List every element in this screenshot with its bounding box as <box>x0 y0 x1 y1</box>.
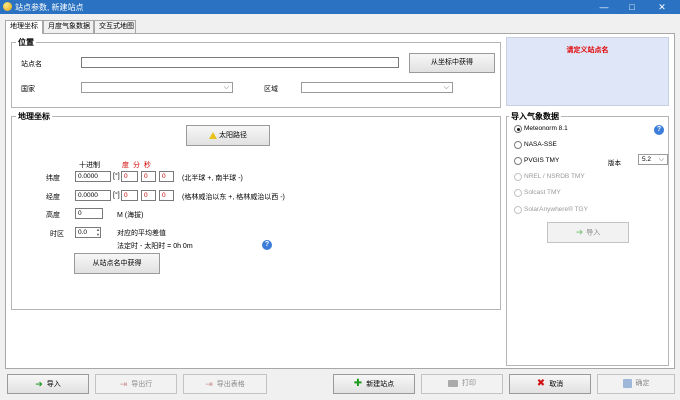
cancel-label: 取消 <box>549 380 564 388</box>
export-row-button[interactable]: ⇥ 导出行 <box>95 374 177 394</box>
altitude-unit: M (海拔) <box>117 212 144 219</box>
printer-icon <box>448 379 458 387</box>
location-group-title: 位置 <box>16 37 36 48</box>
sun-icon <box>209 131 217 139</box>
meteo-help-icon[interactable]: ? <box>654 125 664 135</box>
sun-path-label: 太阳路径 <box>219 132 247 139</box>
version-value: 5.2 <box>642 156 652 163</box>
minimize-button[interactable]: — <box>592 0 616 14</box>
location-group <box>11 42 501 108</box>
cancel-x-icon: ✖ <box>536 378 546 389</box>
chevron-down-icon: ⌵ <box>443 84 449 91</box>
radio-nasa-sse[interactable] <box>514 141 522 149</box>
longitude-label: 经度 <box>46 194 60 201</box>
solaranywhere-label: SolarAnywhere® TGY <box>524 206 588 213</box>
import-button[interactable]: ➜ 导入 <box>7 374 89 394</box>
longitude-sec-input[interactable]: 0 <box>159 190 174 201</box>
version-label: 版本 <box>608 160 621 167</box>
export-icon: ⇥ <box>205 379 213 389</box>
export-table-button[interactable]: ⇥ 导出表格 <box>183 374 267 394</box>
site-name-input[interactable] <box>81 57 399 68</box>
latitude-min-input[interactable]: 0 <box>141 171 156 182</box>
timezone-note1: 对应的平均差值 <box>117 230 166 237</box>
decimal-header: 十进制 <box>79 162 100 169</box>
region-label: 区域 <box>264 86 278 93</box>
latitude-label: 纬度 <box>46 175 60 182</box>
cancel-button[interactable]: ✖ 取消 <box>509 374 591 394</box>
ok-label: 确定 <box>635 380 650 387</box>
sun-path-button[interactable]: 太阳路径 <box>186 125 270 146</box>
new-site-button[interactable]: ✚ 新建站点 <box>333 374 415 394</box>
tab-monthly-meteo[interactable]: 月度气象数据 <box>43 20 94 33</box>
radio-meteonorm[interactable] <box>514 125 522 133</box>
site-notice-box: 请定义站点名 <box>506 37 669 106</box>
close-button[interactable]: ✕ <box>650 0 674 14</box>
export-table-label: 导出表格 <box>216 380 245 388</box>
meteonorm-label: Meteonorm 8.1 <box>524 125 568 132</box>
chevron-down-icon: ⌵ <box>658 156 664 163</box>
longitude-min-input[interactable]: 0 <box>141 190 156 201</box>
longitude-decimal-input[interactable]: 0.0000 <box>75 190 111 201</box>
version-select[interactable]: 5.2 ⌵ <box>638 154 668 165</box>
radio-solcast[interactable] <box>514 189 522 197</box>
window-title: 站点参数, 新建站点 <box>15 3 84 12</box>
title-bar: 站点参数, 新建站点 — □ ✕ <box>0 0 680 14</box>
save-disk-icon <box>622 378 632 388</box>
tab-geo-coords[interactable]: 地理坐标 <box>5 20 43 34</box>
latitude-unit: [°] <box>113 173 120 180</box>
timezone-note2: 法定时 - 太阳时 = 0h 0m <box>117 243 193 250</box>
latitude-decimal-input[interactable]: 0.0000 <box>75 171 111 182</box>
maximize-button[interactable]: □ <box>620 0 644 14</box>
longitude-unit: [°] <box>113 192 120 199</box>
print-label: 打印 <box>462 380 476 387</box>
meteo-import-button[interactable]: ➜ 导入 <box>547 222 629 243</box>
import-arrow-icon: ➜ <box>575 227 584 237</box>
timezone-label: 时区 <box>50 231 64 238</box>
coords-group-title: 地理坐标 <box>16 111 52 122</box>
chevron-down-icon: ⌵ <box>223 84 229 91</box>
dms-header: 度 分 秒 <box>122 162 152 169</box>
export-row-label: 导出行 <box>131 380 153 388</box>
meteo-group-title: 导入气象数据 <box>509 111 561 122</box>
altitude-input[interactable]: 0 <box>75 208 103 219</box>
get-from-coords-button[interactable]: 从坐标中获得 <box>409 53 495 73</box>
timezone-spinner[interactable]: ▲ ▼ <box>94 227 102 238</box>
new-site-label: 新建站点 <box>366 380 395 388</box>
longitude-hint: (格林威治以东 +, 格林威治以西 -) <box>182 194 285 201</box>
region-select[interactable]: ⌵ <box>301 82 453 93</box>
solcast-label: Solcast TMY <box>524 189 561 196</box>
pvgis-tmy-label: PVGIS TMY <box>524 157 560 164</box>
import-label: 导入 <box>46 380 61 388</box>
define-site-notice: 请定义站点名 <box>566 47 609 54</box>
import-arrow-icon: ➜ <box>35 379 43 389</box>
meteo-import-label: 导入 <box>586 229 601 237</box>
export-icon: ⇥ <box>119 379 128 389</box>
latitude-hint: (北半球 +, 南半球 -) <box>182 175 243 182</box>
nasa-sse-label: NASA-SSE <box>524 141 557 148</box>
nrel-nsrdb-label: NREL / NSRDB TMY <box>524 173 585 180</box>
latitude-deg-input[interactable]: 0 <box>121 171 138 182</box>
country-select[interactable]: ⌵ <box>81 82 233 93</box>
altitude-label: 高度 <box>46 212 60 219</box>
app-icon <box>3 2 12 11</box>
ok-button[interactable]: 确定 <box>597 374 675 394</box>
country-label: 国家 <box>21 86 35 93</box>
longitude-deg-input[interactable]: 0 <box>121 190 138 201</box>
plus-icon: ✚ <box>353 378 363 389</box>
latitude-sec-input[interactable]: 0 <box>159 171 174 182</box>
radio-nrel-nsrdb[interactable] <box>514 173 522 181</box>
print-button[interactable]: 打印 <box>421 374 503 394</box>
get-from-site-name-button[interactable]: 从站点名中获得 <box>74 253 160 274</box>
radio-pvgis-tmy[interactable] <box>514 157 522 165</box>
help-icon[interactable]: ? <box>262 240 272 250</box>
tab-interactive-map[interactable]: 交互式地图 <box>94 20 136 33</box>
site-name-label: 站点名 <box>21 61 42 68</box>
radio-solaranywhere[interactable] <box>514 206 522 214</box>
